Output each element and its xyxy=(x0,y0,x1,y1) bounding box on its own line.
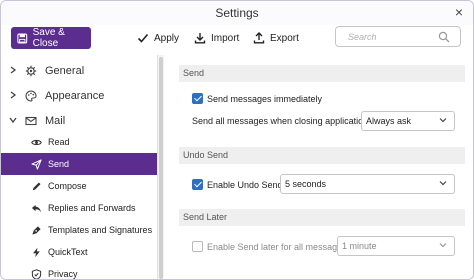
apply-label: Apply xyxy=(154,32,180,44)
checkmark-icon xyxy=(137,33,149,43)
sidebar-item-privacy[interactable]: Privacy xyxy=(1,263,157,279)
sidebar-item-templates-signatures[interactable]: Templates and Signatures xyxy=(1,219,157,241)
pen-nib-icon xyxy=(32,225,41,235)
chevron-right-icon xyxy=(9,65,19,77)
undo-send-label: Enable Undo Send: xyxy=(207,179,286,190)
chevron-down-icon xyxy=(439,181,447,186)
settings-content: Send Send messages immediately Send all … xyxy=(164,55,473,279)
send-immediately-label: Send messages immediately xyxy=(207,93,323,104)
send-later-checkbox[interactable] xyxy=(192,241,203,252)
send-later-delay-value: 1 minute xyxy=(342,241,377,251)
sidebar-category-label: Mail xyxy=(45,115,66,127)
close-icon[interactable]: × xyxy=(455,4,463,20)
toolbar: Save & Close Apply Import Export xyxy=(1,25,473,55)
sidebar: General Appearance Mail Read Send Compos… xyxy=(1,55,158,279)
sidebar-category-mail[interactable]: Mail xyxy=(1,111,157,131)
send-on-close-select[interactable]: Always ask xyxy=(361,111,455,131)
title-bar: Settings × xyxy=(1,1,473,25)
chevron-down-icon xyxy=(439,118,447,123)
sidebar-item-label: Replies and Forwards xyxy=(48,203,136,213)
send-later-option[interactable]: Enable Send later for all messages: xyxy=(192,241,349,252)
gear-icon xyxy=(25,65,37,77)
import-button[interactable]: Import xyxy=(194,32,239,44)
palette-icon xyxy=(25,90,37,102)
sidebar-item-label: Send xyxy=(48,159,70,169)
sidebar-item-label: QuickText xyxy=(48,247,88,257)
sidebar-item-send[interactable]: Send xyxy=(1,153,157,175)
sidebar-item-label: Compose xyxy=(48,181,87,191)
search-box[interactable] xyxy=(335,26,461,47)
shield-icon xyxy=(31,268,42,279)
scrollbar-thumb[interactable] xyxy=(159,57,163,279)
search-input[interactable] xyxy=(348,31,438,42)
sidebar-category-label: General xyxy=(45,65,85,77)
settings-window: Settings × Save & Close Apply Import Exp… xyxy=(0,0,474,280)
export-label: Export xyxy=(270,32,299,44)
send-later-delay-select[interactable]: 1 minute xyxy=(337,236,455,256)
send-later-label: Enable Send later for all messages: xyxy=(207,241,350,252)
sidebar-item-label: Read xyxy=(48,137,70,147)
sidebar-item-quicktext[interactable]: QuickText xyxy=(1,241,157,263)
import-icon xyxy=(194,33,206,44)
section-header-undo-send: Undo Send xyxy=(179,147,465,164)
sidebar-category-label: Appearance xyxy=(45,90,105,102)
send-on-close-option: Send all messages when closing applicati… xyxy=(192,116,371,126)
sidebar-item-label: Templates and Signatures xyxy=(48,225,153,235)
save-icon xyxy=(17,33,28,43)
section-header-send: Send xyxy=(179,65,465,82)
undo-send-option[interactable]: Enable Undo Send: xyxy=(192,179,285,190)
send-on-close-value: Always ask xyxy=(366,116,412,126)
eye-icon xyxy=(31,139,42,145)
search-icon[interactable] xyxy=(438,31,450,43)
send-on-close-label: Send all messages when closing applicati… xyxy=(192,116,371,126)
send-icon xyxy=(31,158,42,170)
export-icon xyxy=(253,32,265,44)
sidebar-item-replies-forwards[interactable]: Replies and Forwards xyxy=(1,197,157,219)
pencil-icon xyxy=(32,181,41,190)
export-button[interactable]: Export xyxy=(253,32,299,44)
save-close-label: Save & Close xyxy=(32,27,65,49)
undo-send-checkbox[interactable] xyxy=(192,179,203,190)
window-title: Settings xyxy=(215,6,259,20)
send-immediately-checkbox[interactable] xyxy=(192,93,203,104)
chevron-right-icon xyxy=(9,90,19,102)
sidebar-category-general[interactable]: General xyxy=(1,61,157,81)
sidebar-item-read[interactable]: Read xyxy=(1,131,157,153)
reply-icon xyxy=(31,204,42,213)
undo-send-delay-value: 5 seconds xyxy=(285,179,327,189)
sidebar-category-appearance[interactable]: Appearance xyxy=(1,86,157,106)
sidebar-item-compose[interactable]: Compose xyxy=(1,175,157,197)
chevron-down-icon xyxy=(439,243,447,248)
envelope-icon xyxy=(25,116,37,126)
chevron-down-icon xyxy=(9,116,19,127)
sidebar-item-label: Privacy xyxy=(48,269,78,279)
section-header-send-later: Send Later xyxy=(179,209,465,226)
import-label: Import xyxy=(211,32,240,44)
send-immediately-option[interactable]: Send messages immediately xyxy=(192,93,322,104)
bolt-icon xyxy=(33,247,40,257)
undo-send-delay-select[interactable]: 5 seconds xyxy=(280,174,455,194)
apply-button[interactable]: Apply xyxy=(137,32,179,44)
save-close-button[interactable]: Save & Close xyxy=(11,27,91,49)
